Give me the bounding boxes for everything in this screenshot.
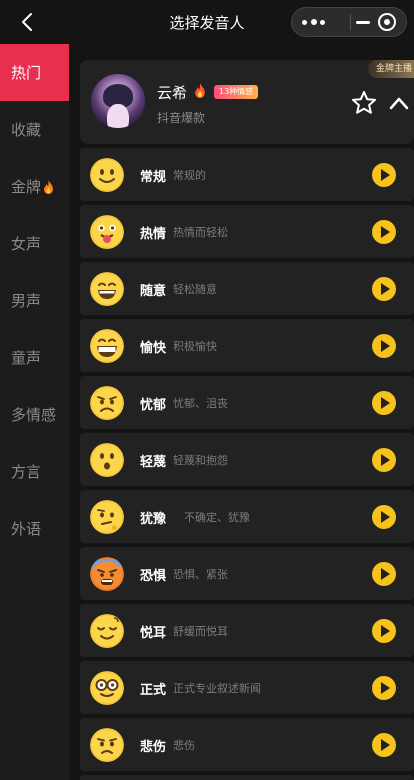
play-button[interactable] — [372, 334, 396, 358]
emotion-name: 悲伤 — [140, 740, 167, 755]
emotion-name: 热情 — [140, 227, 167, 242]
emotion-name: 正式 — [140, 683, 167, 698]
hushed-emoji-icon — [90, 443, 124, 477]
list-item[interactable]: 常规 常规的 — [80, 148, 414, 201]
emotion-desc: 正式专业叙述新闻 — [173, 682, 261, 695]
smile-emoji-icon — [90, 158, 124, 192]
frowning-emoji-icon — [90, 728, 124, 762]
emotion-desc: 舒缓而悦耳 — [173, 625, 228, 638]
grin-emoji-icon — [90, 272, 124, 306]
sidebar-item-label: 多情感 — [11, 406, 57, 424]
play-button[interactable] — [372, 220, 396, 244]
category-sidebar: 热门 收藏 金牌 女声 男声 童声 多情感 方言 外语 — [0, 44, 69, 780]
list-item[interactable]: 忧郁 忧郁、沮丧 — [80, 376, 414, 429]
thinking-emoji-icon — [90, 500, 124, 534]
nerd-glasses-emoji-icon — [90, 671, 124, 705]
emotion-desc: 轻松随意 — [173, 283, 217, 296]
emotion-desc: 热情而轻松 — [173, 226, 228, 239]
big-grin-emoji-icon — [90, 329, 124, 363]
record-target-icon[interactable] — [378, 13, 396, 31]
list-item-partial — [80, 775, 414, 780]
list-item[interactable]: 犹豫 不确定、犹豫 — [80, 490, 414, 543]
sidebar-item-favorites[interactable]: 收藏 — [0, 101, 69, 158]
emotion-name: 随意 — [140, 284, 167, 299]
emotion-name: 悦耳 — [140, 626, 167, 641]
sidebar-item-female[interactable]: 女声 — [0, 215, 69, 272]
list-item[interactable]: 正式 正式专业叙述新闻 — [80, 661, 414, 714]
emotion-name: 忧郁 — [140, 398, 167, 413]
fire-icon — [195, 83, 205, 98]
play-button[interactable] — [372, 619, 396, 643]
sidebar-item-dialect[interactable]: 方言 — [0, 443, 69, 500]
sidebar-item-label: 收藏 — [11, 121, 42, 139]
emotion-name: 轻蔑 — [140, 455, 167, 470]
play-button[interactable] — [372, 448, 396, 472]
sidebar-item-emotional[interactable]: 多情感 — [0, 386, 69, 443]
emotion-desc: 悲伤 — [173, 739, 195, 752]
list-item[interactable]: 轻蔑 轻蔑和抱怨 — [80, 433, 414, 486]
emotion-desc: 轻蔑和抱怨 — [173, 454, 228, 467]
play-button[interactable] — [372, 733, 396, 757]
sidebar-item-male[interactable]: 男声 — [0, 272, 69, 329]
list-item[interactable]: 恐惧 恐惧、紧张 — [80, 547, 414, 600]
emotion-desc: 积极愉快 — [173, 340, 217, 353]
fearful-emoji-icon — [90, 557, 124, 591]
capsule-divider — [350, 14, 351, 30]
list-item[interactable]: 愉快 积极愉快 — [80, 319, 414, 372]
top-bar: 选择发音人 — [0, 0, 414, 44]
sidebar-item-label: 童声 — [11, 349, 42, 367]
emotion-name: 恐惧 — [140, 569, 167, 584]
list-item[interactable]: 热情 热情而轻松 — [80, 205, 414, 258]
list-item[interactable]: 悲伤 悲伤 — [80, 718, 414, 771]
emotion-name: 犹豫 — [140, 512, 167, 527]
mini-program-capsule — [291, 7, 407, 37]
relieved-emoji-icon — [90, 614, 124, 648]
minimize-icon[interactable] — [352, 8, 374, 36]
voice-subtitle: 抖音爆款 — [157, 111, 206, 125]
chevron-up-icon[interactable] — [389, 94, 409, 112]
sidebar-item-label: 方言 — [11, 463, 42, 481]
play-button[interactable] — [372, 163, 396, 187]
emotion-count-badge: 13种情感 — [214, 85, 259, 99]
tongue-out-emoji-icon — [90, 215, 124, 249]
emotion-desc: 恐惧、紧张 — [173, 568, 228, 581]
emotion-desc: 忧郁、沮丧 — [173, 397, 228, 410]
voice-list-panel: 金牌主播 云希 13种情感 抖音爆款 常规 常规的 热情 热情而轻松 随意 轻松… — [69, 44, 414, 780]
sidebar-item-hot[interactable]: 热门 — [0, 44, 69, 101]
play-button[interactable] — [372, 676, 396, 700]
more-dots-icon[interactable] — [300, 8, 344, 36]
sidebar-item-label: 男声 — [11, 292, 42, 310]
list-item[interactable]: 随意 轻松随意 — [80, 262, 414, 315]
emotion-desc: 不确定、犹豫 — [184, 511, 250, 524]
play-button[interactable] — [372, 391, 396, 415]
fire-icon — [44, 179, 54, 194]
star-outline-icon[interactable] — [351, 90, 377, 116]
emotion-name: 常规 — [140, 170, 167, 185]
emotion-desc: 常规的 — [173, 169, 206, 182]
voice-name: 云希 — [157, 84, 188, 102]
play-button[interactable] — [372, 277, 396, 301]
sidebar-item-label: 外语 — [11, 520, 42, 538]
featured-voice-card[interactable]: 金牌主播 云希 13种情感 抖音爆款 — [80, 60, 414, 144]
gold-anchor-tag: 金牌主播 — [368, 60, 414, 78]
play-button[interactable] — [372, 562, 396, 586]
worried-emoji-icon — [90, 386, 124, 420]
sidebar-item-foreign[interactable]: 外语 — [0, 500, 69, 557]
sidebar-item-label: 女声 — [11, 235, 42, 253]
avatar — [91, 74, 145, 128]
emotion-name: 愉快 — [140, 341, 167, 356]
play-button[interactable] — [372, 505, 396, 529]
list-item[interactable]: 悦耳 舒缓而悦耳 — [80, 604, 414, 657]
sidebar-item-label: 热门 — [11, 64, 42, 82]
sidebar-item-gold[interactable]: 金牌 — [0, 158, 69, 215]
sidebar-item-child[interactable]: 童声 — [0, 329, 69, 386]
sidebar-item-label: 金牌 — [11, 178, 42, 196]
